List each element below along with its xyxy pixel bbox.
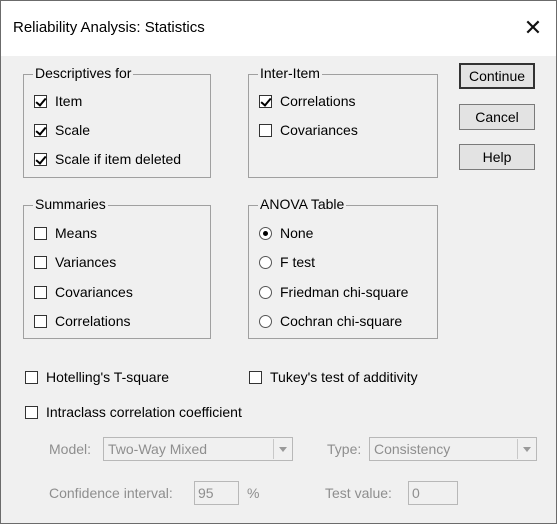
confidence-interval-value: 95 [198, 485, 214, 501]
percent-unit-label: % [247, 485, 260, 501]
summaries-covariances-label: Covariances [55, 284, 133, 300]
summaries-group-label: Summaries [33, 196, 108, 212]
anova-table-group-label: ANOVA Table [258, 196, 347, 212]
summaries-variances-option[interactable]: Variances [34, 254, 116, 270]
icc-checkbox[interactable] [25, 405, 38, 419]
inter-item-correlations-option[interactable]: Correlations [259, 93, 355, 109]
descriptives-scale-if-deleted-option[interactable]: Scale if item deleted [34, 151, 181, 167]
inter-item-covariances-option[interactable]: Covariances [259, 122, 358, 138]
model-dropdown[interactable]: Two-Way Mixed [103, 437, 293, 461]
dialog-title: Reliability Analysis: Statistics [13, 19, 205, 36]
hotelling-option[interactable]: Hotelling's T-square [25, 369, 169, 385]
continue-button[interactable]: Continue [459, 63, 535, 89]
chevron-down-icon [517, 439, 535, 459]
descriptives-scale-option[interactable]: Scale [34, 122, 90, 138]
scale-label: Scale [55, 122, 91, 138]
hotelling-label: Hotelling's T-square [46, 369, 170, 385]
help-button[interactable]: Help [459, 144, 535, 170]
model-value: Two-Way Mixed [108, 441, 208, 457]
summaries-means-option[interactable]: Means [34, 225, 97, 241]
tukey-label: Tukey's test of additivity [270, 369, 418, 385]
scale-checkbox[interactable] [34, 123, 47, 137]
item-checkbox[interactable] [34, 94, 47, 108]
means-label: Means [55, 225, 98, 241]
inter-item-group-label: Inter-Item [258, 65, 322, 81]
cancel-button[interactable]: Cancel [459, 104, 535, 130]
anova-none-radio[interactable] [259, 226, 272, 240]
anova-friedman-label: Friedman chi-square [280, 284, 409, 300]
means-checkbox[interactable] [34, 226, 47, 240]
inter-item-correlations-checkbox[interactable] [259, 94, 272, 108]
chevron-down-icon [273, 439, 291, 459]
anova-cochran-option[interactable]: Cochran chi-square [259, 313, 402, 329]
confidence-interval-input[interactable]: 95 [194, 481, 239, 505]
tukey-option[interactable]: Tukey's test of additivity [249, 369, 418, 385]
scale-if-item-deleted-label: Scale if item deleted [55, 151, 182, 167]
anova-cochran-label: Cochran chi-square [280, 313, 403, 329]
variances-checkbox[interactable] [34, 255, 47, 269]
summaries-correlations-option[interactable]: Correlations [34, 313, 130, 329]
anova-f-test-option[interactable]: F test [259, 254, 315, 270]
scale-if-item-deleted-checkbox[interactable] [34, 152, 47, 166]
variances-label: Variances [55, 254, 117, 270]
summaries-correlations-label: Correlations [55, 313, 131, 329]
tukey-checkbox[interactable] [249, 370, 262, 384]
anova-f-test-label: F test [280, 254, 316, 270]
summaries-correlations-checkbox[interactable] [34, 314, 47, 328]
anova-friedman-option[interactable]: Friedman chi-square [259, 284, 408, 300]
inter-item-covariances-checkbox[interactable] [259, 123, 272, 137]
descriptives-item-option[interactable]: Item [34, 93, 82, 109]
inter-item-correlations-label: Correlations [280, 93, 356, 109]
anova-friedman-radio[interactable] [259, 285, 272, 299]
confidence-interval-label: Confidence interval: [49, 485, 173, 501]
item-label: Item [55, 93, 83, 109]
title-bar: Reliability Analysis: Statistics ✕ [1, 1, 556, 56]
hotelling-checkbox[interactable] [25, 370, 38, 384]
close-icon[interactable]: ✕ [516, 13, 550, 43]
anova-none-option[interactable]: None [259, 225, 313, 241]
anova-none-label: None [280, 225, 314, 241]
summaries-covariances-checkbox[interactable] [34, 285, 47, 299]
anova-f-test-radio[interactable] [259, 255, 272, 269]
icc-label: Intraclass correlation coefficient [46, 404, 242, 420]
reliability-statistics-dialog: Reliability Analysis: Statistics ✕ Descr… [0, 0, 557, 524]
inter-item-covariances-label: Covariances [280, 122, 358, 138]
summaries-covariances-option[interactable]: Covariances [34, 284, 133, 300]
type-value: Consistency [374, 441, 451, 457]
anova-cochran-radio[interactable] [259, 314, 272, 328]
test-value-input[interactable]: 0 [408, 481, 458, 505]
descriptives-group-label: Descriptives for [33, 65, 134, 81]
icc-option[interactable]: Intraclass correlation coefficient [25, 404, 242, 420]
test-value-label: Test value: [325, 485, 392, 501]
model-label: Model: [49, 441, 92, 457]
type-label: Type: [327, 441, 362, 457]
test-value-value: 0 [412, 485, 420, 501]
type-dropdown[interactable]: Consistency [369, 437, 537, 461]
